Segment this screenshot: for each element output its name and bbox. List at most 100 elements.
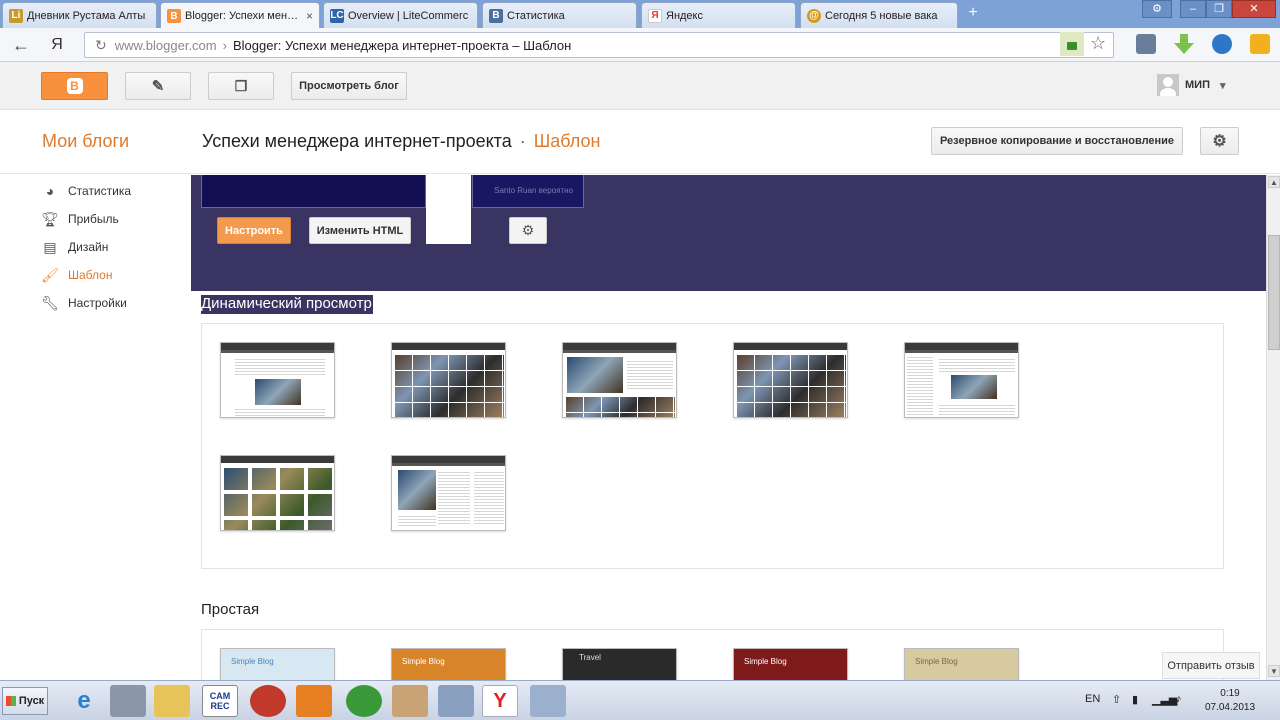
tab-vk-stats[interactable]: B Статистика bbox=[482, 2, 637, 28]
view-blog-button[interactable]: Просмотреть блог bbox=[291, 72, 407, 100]
paint-roller-icon: 🖌︎ bbox=[41, 266, 59, 283]
scrollbar-thumb[interactable] bbox=[1268, 235, 1280, 350]
mouse-icon[interactable] bbox=[346, 685, 382, 717]
template-thumbnail-mosaic[interactable] bbox=[733, 342, 848, 418]
extension-v-icon[interactable] bbox=[1250, 34, 1270, 54]
image-viewer-icon[interactable] bbox=[530, 685, 566, 717]
section-name: Шаблон bbox=[533, 131, 601, 151]
blog-name[interactable]: Успехи менеджера интернет-проекта bbox=[202, 131, 512, 151]
new-tab-button[interactable]: + bbox=[962, 4, 984, 22]
template-thumbnail-timeslide[interactable] bbox=[391, 455, 506, 531]
posts-list-button[interactable]: ❐ bbox=[208, 72, 274, 100]
mail-icon: @ bbox=[807, 8, 821, 23]
tab-vacancies[interactable]: @ Сегодня 5 новые вака bbox=[800, 2, 958, 28]
tab-label: Статистика bbox=[507, 9, 565, 22]
sidebar-item-layout[interactable]: ▤ Дизайн bbox=[40, 236, 108, 258]
mobile-preview[interactable] bbox=[426, 175, 471, 244]
yandex-browser-icon[interactable]: Y bbox=[482, 685, 518, 717]
url-separator: › bbox=[222, 37, 227, 53]
template-thumbnail-classic[interactable] bbox=[220, 342, 335, 418]
video-player-icon[interactable] bbox=[296, 685, 332, 717]
folder-icon[interactable] bbox=[154, 685, 190, 717]
restore-icon[interactable]: ❐ bbox=[1206, 0, 1232, 18]
documents-icon: ❐ bbox=[234, 77, 248, 94]
mobile-settings-button[interactable]: ⚙ bbox=[509, 217, 547, 244]
address-bar[interactable]: ↻ www.blogger.com › Blogger: Успехи мене… bbox=[84, 32, 1114, 58]
drive-icon[interactable] bbox=[392, 685, 428, 717]
pie-chart-icon: ◕ bbox=[45, 183, 55, 199]
preview-text: Santo Ruan вероятно bbox=[494, 186, 573, 195]
template-thumbnail-flipcard[interactable] bbox=[391, 342, 506, 418]
camrec-icon[interactable]: CAM REC bbox=[202, 685, 238, 717]
thumbnail-title: Simple Blog bbox=[402, 657, 445, 666]
calculator-icon[interactable] bbox=[438, 685, 474, 717]
language-indicator[interactable]: EN bbox=[1085, 693, 1100, 705]
sidebar-item-label: Дизайн bbox=[68, 240, 109, 254]
sidebar-item-label: Шаблон bbox=[68, 268, 113, 282]
yandex-icon: Я bbox=[648, 8, 662, 23]
scroll-down-icon[interactable]: ▼ bbox=[1268, 665, 1280, 677]
window-close-icon[interactable]: ✕ bbox=[1232, 0, 1276, 18]
windows-taskbar: Пуск e CAM REC Y EN ⇧ ▮ ▁▃▅ ♪ 0:19 07.04… bbox=[0, 680, 1280, 720]
bookmark-star-icon[interactable]: ☆ bbox=[1090, 33, 1106, 54]
sidebar-item-stats[interactable]: ◕ Статистика bbox=[40, 180, 131, 202]
new-post-button[interactable]: ✎ bbox=[125, 72, 191, 100]
media-player-icon[interactable] bbox=[250, 685, 286, 717]
sidebar: ◕ Статистика 🏆︎ Прибыль ▤ Дизайн 🖌︎ Шабл… bbox=[0, 175, 190, 685]
browser-tab-strip: Li Дневник Рустама Алты B Blogger: Успех… bbox=[0, 0, 1280, 29]
tab-liveinternet[interactable]: Li Дневник Рустама Алты bbox=[2, 2, 157, 28]
start-button[interactable]: Пуск bbox=[2, 687, 48, 715]
vk-icon: B bbox=[489, 8, 503, 23]
edit-html-button[interactable]: Изменить HTML bbox=[309, 217, 411, 244]
volume-icon[interactable]: ♪ bbox=[1176, 693, 1182, 705]
tab-blogger[interactable]: B Blogger: Успехи менедж × bbox=[160, 2, 320, 29]
chevron-up-icon[interactable]: ⇧ bbox=[1112, 693, 1121, 706]
sidebar-item-template[interactable]: 🖌︎ Шаблон bbox=[40, 264, 112, 286]
simple-templates-title: Простая bbox=[201, 601, 260, 618]
scroll-up-icon[interactable]: ▲ bbox=[1268, 176, 1280, 188]
live-blog-preview[interactable] bbox=[201, 175, 426, 208]
chevron-down-icon: ▾ bbox=[1219, 79, 1226, 92]
title-separator: · bbox=[519, 131, 526, 151]
dynamic-views-panel bbox=[201, 323, 1224, 569]
back-arrow-icon[interactable]: ← bbox=[10, 34, 32, 56]
sidebar-item-earnings[interactable]: 🏆︎ Прибыль bbox=[40, 208, 119, 230]
chrome-menu-icon[interactable]: ⚙ bbox=[1142, 0, 1172, 18]
header-settings-button[interactable]: ⚙ bbox=[1200, 127, 1239, 155]
clock[interactable]: 0:19 07.04.2013 bbox=[1190, 687, 1270, 715]
backup-restore-button[interactable]: Резервное копирование и восстановление bbox=[931, 127, 1183, 155]
yandex-button[interactable]: Я bbox=[46, 34, 68, 56]
template-thumbnail-magazine[interactable] bbox=[562, 342, 677, 418]
tab-yandex[interactable]: Я Яндекс bbox=[641, 2, 796, 28]
gear-icon: ⚙ bbox=[521, 222, 535, 238]
close-icon[interactable]: × bbox=[306, 9, 313, 23]
tab-litecommerce[interactable]: LC Overview | LiteCommerc bbox=[323, 2, 478, 28]
blogger-logo-button[interactable]: B bbox=[41, 72, 108, 100]
pencil-icon: ✎ bbox=[151, 78, 165, 95]
extension-window-icon[interactable] bbox=[1136, 34, 1156, 54]
layout-icon: ▤ bbox=[43, 238, 57, 255]
computer-icon[interactable] bbox=[110, 685, 146, 717]
template-thumbnail-snapshot[interactable] bbox=[220, 455, 335, 531]
page-scrollbar[interactable]: ▲ ▼ bbox=[1266, 175, 1280, 680]
tab-label: Яндекс bbox=[666, 9, 703, 22]
template-thumbnail-sidebar[interactable] bbox=[904, 342, 1019, 418]
download-arrow-icon[interactable] bbox=[1174, 34, 1194, 54]
battery-icon[interactable]: ▮ bbox=[1132, 693, 1138, 706]
lock-icon[interactable] bbox=[1060, 32, 1084, 56]
my-blogs-link[interactable]: Мои блоги bbox=[42, 131, 129, 152]
reload-icon[interactable]: ↻ bbox=[95, 37, 107, 54]
sidebar-item-settings[interactable]: 🔧︎ Настройки bbox=[40, 292, 127, 314]
url-path: Blogger: Успехи менеджера интернет-проек… bbox=[232, 37, 572, 53]
tab-label: Overview | LiteCommerc bbox=[348, 9, 469, 22]
signal-icon[interactable]: ▁▃▅ bbox=[1152, 693, 1177, 706]
extension-circle-icon[interactable] bbox=[1212, 34, 1232, 54]
user-menu[interactable]: МИП ▾ bbox=[1157, 74, 1226, 96]
gear-icon: ⚙ bbox=[1212, 133, 1227, 150]
internet-explorer-icon[interactable]: e bbox=[66, 685, 102, 717]
blogger-top-bar: B ✎ ❐ Просмотреть блог МИП ▾ bbox=[0, 62, 1280, 110]
minimize-icon[interactable]: – bbox=[1180, 0, 1206, 18]
mobile-blog-preview[interactable]: Santo Ruan вероятно bbox=[472, 175, 584, 208]
customize-button[interactable]: Настроить bbox=[217, 217, 291, 244]
send-feedback-button[interactable]: Отправить отзыв bbox=[1162, 652, 1260, 679]
